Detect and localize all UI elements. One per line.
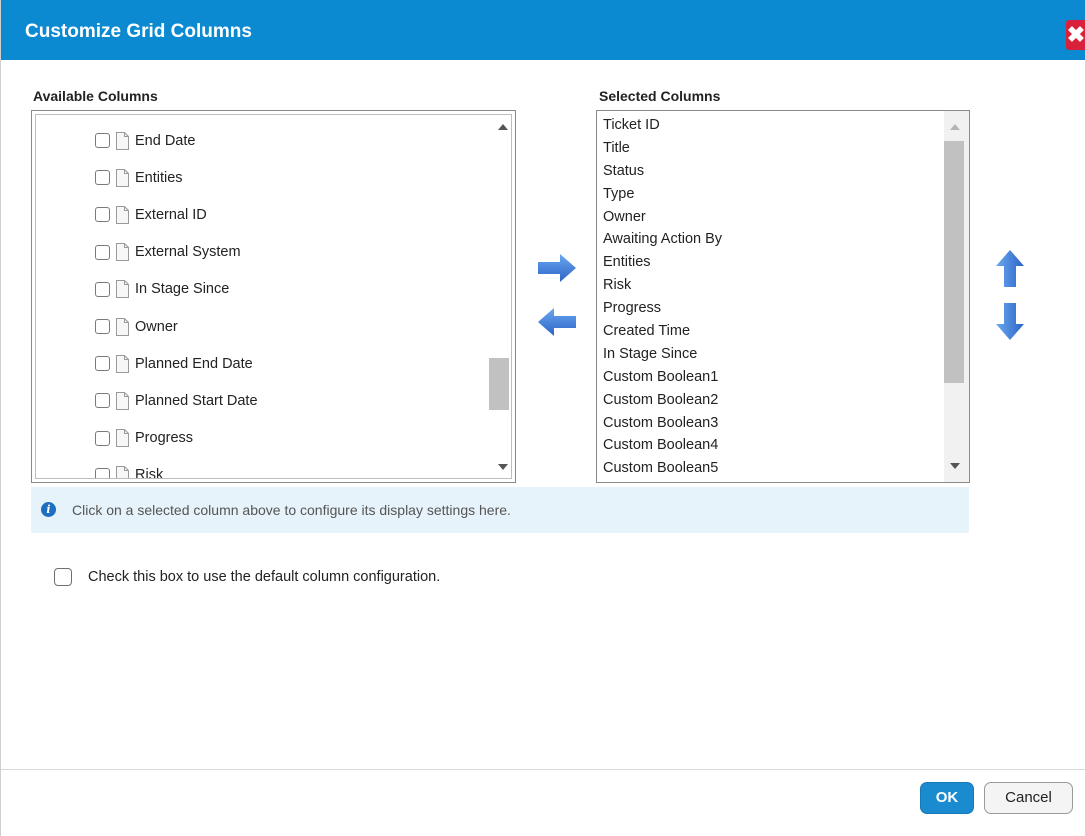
column-checkbox[interactable] — [95, 467, 110, 478]
close-icon[interactable]: ✖ — [1066, 20, 1085, 50]
document-icon — [116, 131, 129, 150]
available-column-label: Risk — [135, 467, 164, 479]
default-config-label: Check this box to use the default column… — [88, 569, 441, 585]
column-checkbox[interactable] — [95, 281, 110, 297]
available-column-item[interactable]: Risk — [95, 457, 258, 479]
ok-button[interactable]: OK — [920, 782, 974, 814]
available-column-label: Planned Start Date — [135, 392, 258, 409]
selected-column-item[interactable]: Progress — [603, 297, 722, 320]
available-column-item[interactable]: Owner — [95, 308, 258, 345]
selected-columns-label: Selected Columns — [599, 88, 721, 104]
available-column-item[interactable]: Planned Start Date — [95, 382, 258, 419]
available-column-item[interactable]: External System — [95, 234, 258, 271]
default-config-row: Check this box to use the default column… — [54, 568, 440, 586]
selected-column-item[interactable]: Type — [603, 183, 722, 206]
selected-column-item[interactable]: Custom Boolean1 — [603, 366, 722, 389]
available-column-item[interactable]: Progress — [95, 420, 258, 457]
available-column-label: In Stage Since — [135, 281, 230, 298]
column-checkbox[interactable] — [95, 319, 110, 335]
available-column-item[interactable]: External ID — [95, 196, 258, 233]
available-column-item[interactable]: In Stage Since — [95, 271, 258, 308]
info-icon: i — [41, 502, 56, 517]
available-column-label: Owner — [135, 318, 178, 335]
selected-column-item[interactable]: Awaiting Action By — [603, 228, 722, 251]
customize-grid-columns-dialog: Customize Grid Columns ✖ Available Colum… — [0, 0, 1085, 836]
selected-column-item[interactable]: Custom Boolean4 — [603, 434, 722, 457]
document-icon — [116, 466, 129, 478]
document-icon — [116, 280, 129, 299]
document-icon — [116, 429, 129, 448]
info-text: Click on a selected column above to conf… — [72, 502, 511, 518]
document-icon — [116, 168, 129, 187]
scroll-up-arrow-icon[interactable] — [498, 124, 508, 130]
selected-column-item[interactable]: Ticket ID — [603, 114, 722, 137]
cancel-button[interactable]: Cancel — [984, 782, 1073, 814]
available-column-label: Entities — [135, 169, 183, 186]
column-checkbox[interactable] — [95, 207, 110, 223]
selected-column-item[interactable]: Custom Boolean3 — [603, 412, 722, 435]
available-scrollbar-thumb[interactable] — [489, 358, 509, 410]
scroll-down-arrow-icon[interactable] — [498, 464, 508, 470]
selected-column-item[interactable]: Custom Boolean2 — [603, 389, 722, 412]
column-checkbox[interactable] — [95, 244, 110, 260]
selected-column-item[interactable]: Custom String10 — [603, 480, 722, 482]
dialog-titlebar: Customize Grid Columns ✖ — [1, 0, 1085, 60]
footer-divider — [1, 769, 1085, 770]
available-columns-label: Available Columns — [33, 88, 158, 104]
selected-column-item[interactable]: Risk — [603, 274, 722, 297]
column-checkbox[interactable] — [95, 393, 110, 409]
document-icon — [116, 354, 129, 373]
selected-column-item[interactable]: Owner — [603, 206, 722, 229]
move-left-arrow-icon[interactable] — [538, 308, 578, 336]
document-icon — [116, 243, 129, 262]
default-config-checkbox[interactable] — [54, 568, 72, 586]
available-column-item[interactable]: End Date — [95, 122, 258, 159]
column-checkbox[interactable] — [95, 133, 110, 149]
document-icon — [116, 391, 129, 410]
available-column-label: Planned End Date — [135, 355, 253, 372]
selected-columns-list[interactable]: Ticket ID Title Status Type Owner Awaiting Ac… — [596, 110, 970, 483]
available-column-label: Progress — [135, 430, 194, 447]
selected-column-item[interactable]: Title — [603, 137, 722, 160]
available-column-label: External System — [135, 244, 241, 261]
available-scrollbar[interactable] — [489, 115, 511, 478]
column-checkbox[interactable] — [95, 430, 110, 446]
available-column-label: End Date — [135, 132, 196, 149]
document-icon — [116, 205, 129, 224]
scroll-up-arrow-icon[interactable] — [950, 124, 960, 130]
column-checkbox[interactable] — [95, 170, 110, 186]
available-columns-inner: End Date Entities External ID External Syst… — [35, 114, 512, 479]
document-icon — [116, 317, 129, 336]
selected-scrollbar-thumb[interactable] — [944, 141, 964, 383]
available-column-label: External ID — [135, 206, 207, 223]
dialog-title: Customize Grid Columns — [25, 21, 252, 42]
move-down-arrow-icon[interactable] — [995, 303, 1025, 341]
available-columns-items: End Date Entities External ID External Syst… — [95, 122, 258, 479]
selected-column-item[interactable]: Entities — [603, 251, 722, 274]
selected-column-item[interactable]: Created Time — [603, 320, 722, 343]
available-column-item[interactable]: Planned End Date — [95, 345, 258, 382]
info-bar: i Click on a selected column above to co… — [31, 487, 969, 533]
selected-columns-items: Ticket ID Title Status Type Owner Awaiting Ac… — [603, 114, 722, 482]
available-column-item[interactable]: Entities — [95, 159, 258, 196]
column-checkbox[interactable] — [95, 356, 110, 372]
selected-column-item[interactable]: Status — [603, 160, 722, 183]
selected-column-item[interactable]: In Stage Since — [603, 343, 722, 366]
move-right-arrow-icon[interactable] — [538, 254, 578, 282]
scroll-down-arrow-icon[interactable] — [950, 463, 960, 469]
available-columns-list[interactable]: End Date Entities External ID External Syst… — [31, 110, 516, 483]
selected-column-item[interactable]: Custom Boolean5 — [603, 457, 722, 480]
move-up-arrow-icon[interactable] — [995, 250, 1025, 288]
